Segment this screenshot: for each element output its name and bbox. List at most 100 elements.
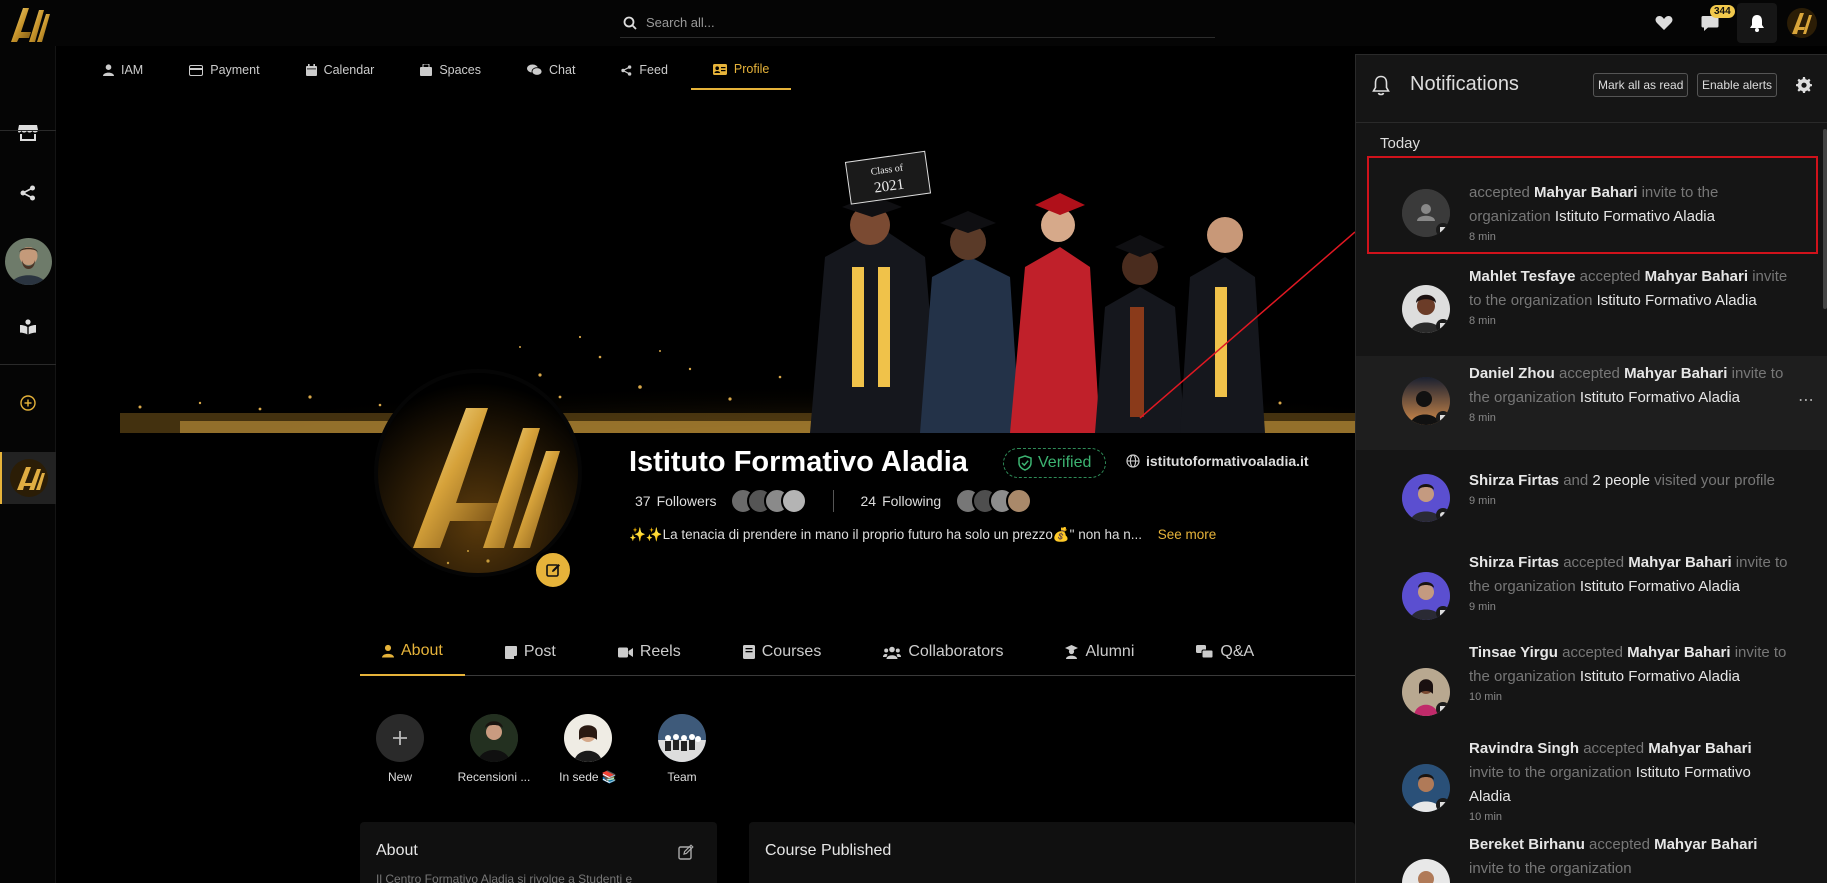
- notification-item[interactable]: Ravindra Singh accepted Mahyar Bahari in…: [1356, 737, 1827, 829]
- tab-profile[interactable]: Profile: [690, 50, 792, 90]
- verified-badge: Verified: [1003, 448, 1107, 478]
- notification-item[interactable]: Bereket Birhanu accepted Mahyar Bahari i…: [1356, 833, 1827, 883]
- notifications-title: Notifications: [1410, 73, 1519, 95]
- notification-verb: accepted: [1584, 836, 1655, 853]
- notification-target: 2 people: [1592, 472, 1650, 489]
- notification-actor: Mahlet Tesfaye: [1469, 268, 1576, 285]
- org-avatar[interactable]: [1787, 8, 1817, 38]
- highlight-item[interactable]: Team: [642, 714, 722, 784]
- course-card-title: Course Published: [765, 842, 892, 859]
- avatar: [1402, 859, 1450, 883]
- notification-time: 9 min: [1469, 601, 1496, 613]
- search-bar[interactable]: [620, 8, 1215, 38]
- favorites-button[interactable]: [1641, 0, 1687, 46]
- messages-count-badge: 344: [1710, 5, 1735, 18]
- sidebar-item-learning[interactable]: [0, 303, 56, 351]
- tab-label: Collaborators: [908, 643, 1004, 660]
- sidebar-item-add[interactable]: [0, 379, 56, 427]
- avatar: [1402, 572, 1450, 620]
- enable-alerts-button[interactable]: Enable alerts: [1697, 73, 1778, 97]
- notification-text: Shirza Firtas and 2 people visited your …: [1469, 469, 1789, 508]
- qa-icon: [1196, 645, 1214, 659]
- notifications-panel: Notifications Mark all as read Enable al…: [1355, 54, 1827, 883]
- highlight-item[interactable]: Recensioni ...: [454, 714, 534, 784]
- org-name: Istituto Formativo Aladia: [629, 446, 968, 478]
- notification-target: Mahyar Bahari: [1644, 268, 1749, 285]
- tab-calendar[interactable]: Calendar: [283, 50, 398, 90]
- notification-actor: Bereket Birhanu: [1469, 836, 1585, 853]
- tab-courses[interactable]: Courses: [721, 628, 844, 676]
- tab-feed[interactable]: Feed: [598, 50, 691, 90]
- following-avatars[interactable]: [955, 488, 1033, 514]
- tab-spaces[interactable]: Spaces: [397, 50, 504, 90]
- notification-mid: invite to the organization: [1469, 860, 1632, 877]
- website-link[interactable]: istitutoformativoaladia.it: [1126, 453, 1309, 469]
- sidebar-user-avatar[interactable]: [5, 238, 52, 285]
- tab-qa[interactable]: Q&A: [1174, 628, 1276, 676]
- sidebar-org-selected[interactable]: [0, 452, 56, 504]
- avatar: [781, 488, 808, 514]
- highlight-label: New: [387, 770, 412, 784]
- tab-label: Reels: [639, 643, 681, 660]
- notification-text: Ravindra Singh accepted Mahyar Bahari in…: [1469, 737, 1789, 824]
- left-sidebar: [0, 46, 56, 883]
- edit-profile-picture-button[interactable]: [533, 550, 573, 590]
- users-icon: [883, 646, 902, 659]
- edit-icon[interactable]: [678, 844, 694, 860]
- more-options-icon[interactable]: ⋯: [1798, 390, 1814, 410]
- highlight-label: Team: [667, 770, 697, 784]
- tab-collaborators[interactable]: Collaborators: [861, 628, 1025, 676]
- notification-target: Mahyar Bahari: [1654, 836, 1758, 853]
- bell-icon: [1372, 75, 1390, 96]
- search-icon: [623, 16, 637, 30]
- profile-tabs: About Post Reels Courses Collaborators A…: [360, 628, 1355, 676]
- notification-item[interactable]: Daniel Zhou accepted Mahyar Bahari invit…: [1356, 356, 1827, 450]
- following-label[interactable]: Following: [882, 493, 941, 509]
- notification-item[interactable]: Shirza Firtas and 2 people visited your …: [1356, 455, 1827, 539]
- id-card-icon: [712, 63, 727, 75]
- notification-org: Istituto Formativo Aladia: [1579, 578, 1740, 595]
- tab-chat[interactable]: Chat: [504, 50, 598, 90]
- sidebar-item-share[interactable]: [0, 169, 56, 217]
- cover-image: Class of 2021: [80, 107, 1355, 433]
- tab-label: Payment: [210, 63, 260, 77]
- add-highlight-button[interactable]: [376, 714, 424, 762]
- tab-alumni[interactable]: Alumni: [1043, 628, 1156, 676]
- notification-target: Mahyar Bahari: [1628, 554, 1732, 571]
- tab-reels[interactable]: Reels: [596, 628, 703, 676]
- tab-payment[interactable]: Payment: [166, 50, 282, 90]
- search-input[interactable]: [646, 15, 1146, 30]
- notification-item[interactable]: Mahlet Tesfaye accepted Mahyar Bahari in…: [1356, 255, 1827, 351]
- followers-count: 37: [635, 493, 651, 509]
- notifications-button[interactable]: [1737, 3, 1777, 43]
- note-icon: [504, 645, 517, 659]
- aladia-logo[interactable]: [7, 2, 51, 46]
- notification-actor: Daniel Zhou: [1469, 365, 1555, 382]
- highlight-thumbnail: [470, 714, 518, 762]
- tab-label: Post: [523, 643, 556, 660]
- highlight-new[interactable]: New: [360, 714, 440, 784]
- tab-about[interactable]: About: [360, 628, 465, 676]
- tab-iam[interactable]: IAM: [80, 50, 166, 90]
- org-badge-icon: [1436, 798, 1450, 812]
- sidebar-item-store[interactable]: [0, 109, 56, 157]
- notification-item[interactable]: Tinsae Yirgu accepted Mahyar Bahari invi…: [1356, 641, 1827, 733]
- highlight-label: In sede 📚: [559, 770, 617, 784]
- about-card-preview: Il Centro Formativo Aladia si rivolge a …: [376, 872, 633, 883]
- gear-icon[interactable]: [1796, 77, 1812, 93]
- see-more-link[interactable]: See more: [1158, 527, 1217, 542]
- notification-item[interactable]: Shirza Firtas accepted Mahyar Bahari inv…: [1356, 545, 1827, 637]
- followers-label[interactable]: Followers: [657, 493, 717, 509]
- about-card: About Il Centro Formativo Aladia si rivo…: [360, 822, 717, 883]
- highlight-item[interactable]: In sede 📚: [548, 714, 628, 784]
- messages-button[interactable]: 344: [1687, 0, 1735, 46]
- tab-label: IAM: [121, 63, 144, 77]
- card-icon: [189, 64, 204, 76]
- notification-actor: Ravindra Singh: [1469, 740, 1580, 757]
- mark-all-read-button[interactable]: Mark all as read: [1593, 73, 1689, 97]
- website-text: istitutoformativoaladia.it: [1146, 453, 1309, 469]
- followers-avatars[interactable]: [730, 488, 808, 514]
- tab-post[interactable]: Post: [483, 628, 578, 676]
- globe-icon: [1126, 454, 1140, 468]
- profile-picture[interactable]: [374, 369, 582, 577]
